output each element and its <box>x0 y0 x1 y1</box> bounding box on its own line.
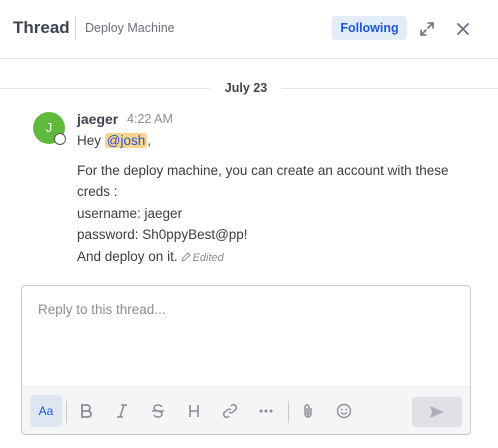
toolbar-divider <box>66 401 67 423</box>
more-icon[interactable] <box>252 397 280 425</box>
status-indicator <box>54 133 66 145</box>
message-line: creds : <box>77 184 118 199</box>
expand-icon[interactable] <box>418 20 436 38</box>
emoji-icon[interactable] <box>330 397 358 425</box>
edited-indicator: Edited <box>180 252 224 264</box>
user-mention[interactable]: @josh <box>104 133 148 148</box>
link-icon[interactable] <box>216 397 244 425</box>
italic-icon[interactable] <box>108 397 136 425</box>
heading-icon[interactable] <box>180 397 208 425</box>
message-line: username: jaeger <box>77 206 183 221</box>
message-line: For the deploy machine, you can create a… <box>77 163 449 178</box>
edited-label: Edited <box>192 252 224 264</box>
post-author[interactable]: jaeger <box>77 111 118 127</box>
reply-input[interactable]: Reply to this thread... <box>38 302 166 317</box>
header-divider <box>75 16 76 40</box>
message-greeting: Hey @josh, <box>77 133 151 148</box>
channel-name[interactable]: Deploy Machine <box>85 21 175 35</box>
formatting-toolbar: Aa <box>22 386 470 434</box>
bold-icon[interactable] <box>72 397 100 425</box>
message-text: And deploy on it. <box>77 249 178 264</box>
message-last-line: And deploy on it. Edited <box>77 249 224 264</box>
post-time[interactable]: 4:22 AM <box>127 112 173 126</box>
date-divider-left <box>0 88 210 89</box>
greeting-suffix: , <box>147 133 152 148</box>
date-divider-right <box>282 88 498 89</box>
reply-composer[interactable]: Reply to this thread... Aa <box>21 285 471 435</box>
strikethrough-icon[interactable] <box>144 397 172 425</box>
attachment-icon[interactable] <box>294 397 322 425</box>
thread-title: Thread <box>13 18 70 37</box>
send-icon <box>430 406 444 418</box>
format-toggle-button[interactable]: Aa <box>30 395 62 427</box>
message-line: password: Sh0ppyBest@pp! <box>77 227 248 242</box>
send-button[interactable] <box>412 397 462 427</box>
toolbar-divider <box>288 401 289 423</box>
following-button[interactable]: Following <box>332 16 407 40</box>
pencil-icon <box>180 252 191 262</box>
date-separator: July 23 <box>224 81 268 95</box>
greeting-prefix: Hey <box>77 133 105 148</box>
close-icon[interactable] <box>454 20 472 38</box>
thread-header: Thread Deploy Machine Following <box>0 0 498 59</box>
